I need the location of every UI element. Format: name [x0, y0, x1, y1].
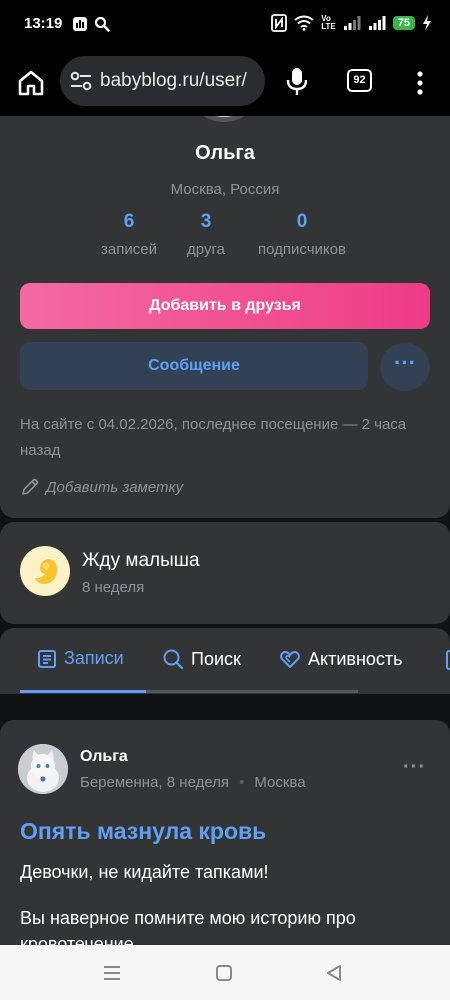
tabs-scroll-thumb [20, 690, 146, 693]
profile-card: Ольга Москва, Россия 6 записей 3 друга 0… [0, 116, 450, 518]
message-button[interactable]: Сообщение [20, 342, 368, 390]
stat-posts-label: записей [101, 241, 157, 258]
tab-posts[interactable]: Записи [37, 648, 124, 669]
recent-apps-icon[interactable] [101, 962, 123, 984]
pencil-icon [22, 478, 39, 495]
stat-friends-value: 3 [200, 211, 212, 232]
volte-indicator: Vo LTE [321, 15, 336, 31]
status-notification-icons [72, 16, 110, 32]
search-icon [163, 649, 184, 670]
tab-posts-label: Записи [64, 648, 124, 668]
site-settings-icon[interactable] [70, 71, 92, 91]
post-meta: Беременна, 8 неделя • Москва [80, 774, 306, 791]
post-author-name[interactable]: Ольга [80, 748, 128, 766]
stat-posts[interactable]: 6 записей [93, 211, 165, 258]
nfc-icon [271, 14, 288, 32]
address-bar[interactable]: babyblog.ru/user/ [60, 56, 265, 106]
last-visit-text: На сайте с 04.02.2026, последнее посещен… [20, 416, 407, 459]
signal-icon-1 [343, 16, 361, 30]
post-paragraph-2: Вы наверное помните мою историю про кров… [20, 908, 356, 945]
pregnancy-title: Жду малыша [82, 550, 200, 571]
tab-activity[interactable]: Активность [279, 648, 403, 670]
volte-bottom: LTE [321, 22, 336, 31]
add-note-label: Добавить заметку [46, 478, 184, 496]
status-system-icons: Vo LTE 75 [271, 14, 432, 32]
stat-subscribers-label: подписчиков [258, 241, 346, 258]
list-icon [38, 649, 56, 668]
profile-more-button[interactable]: ··· [380, 343, 430, 391]
stat-subscribers[interactable]: 0 подписчиков [250, 211, 354, 258]
hearts-icon [280, 651, 300, 668]
home-icon[interactable] [16, 68, 46, 98]
post-author-city: Москва [254, 774, 306, 791]
stat-posts-value: 6 [123, 211, 135, 232]
status-bar: 13:19 Vo LTE 75 [0, 0, 450, 52]
stat-friends[interactable]: 3 друга [180, 211, 232, 258]
add-note-link[interactable]: Добавить заметку [20, 477, 183, 497]
search-status-icon [94, 16, 110, 32]
post-more-button[interactable]: ··· [403, 756, 426, 779]
post-author-status: Беременна, 8 неделя [80, 774, 230, 791]
post-card[interactable]: Ольга Беременна, 8 неделя • Москва ··· Опя… [0, 720, 450, 945]
profile-location: Москва, Россия [170, 181, 280, 198]
system-navigation-bar [0, 945, 450, 1000]
pregnancy-week: 8 неделя [82, 579, 145, 596]
stat-friends-label: друга [187, 241, 225, 258]
stat-subscribers-value: 0 [296, 211, 308, 232]
post-paragraph-1: Девочки, не кидайте тапками! [20, 862, 269, 882]
back-icon[interactable] [323, 962, 345, 984]
tab-search[interactable]: Поиск [162, 648, 241, 670]
microphone-icon[interactable] [283, 66, 311, 96]
home-nav-icon[interactable] [213, 962, 235, 984]
post-title[interactable]: Опять мазнула кровь [20, 818, 266, 845]
battery-level: 75 [392, 16, 415, 30]
tab-switcher-button[interactable]: 92 [347, 69, 372, 92]
tab-search-label: Поиск [191, 648, 241, 669]
profile-avatar [0, 116, 450, 126]
charging-icon [423, 15, 431, 31]
add-friend-button[interactable]: Добавить в друзья [20, 283, 430, 329]
profile-name: Ольга [195, 142, 255, 164]
meta-separator-dot: • [239, 774, 245, 791]
url-text[interactable]: babyblog.ru/user/ [100, 70, 247, 92]
status-time: 13:19 [24, 15, 63, 32]
gallery-app-icon [73, 17, 87, 31]
tab-activity-label: Активность [308, 648, 403, 669]
profile-tabs: Записи Поиск Активность [0, 628, 450, 694]
wifi-icon [294, 15, 314, 31]
browser-toolbar: babyblog.ru/user/ 92 [0, 52, 450, 116]
post-author-avatar[interactable] [18, 744, 68, 794]
baby-embryo-icon [20, 546, 70, 596]
pregnancy-status-card[interactable]: Жду малыша 8 неделя [0, 522, 450, 624]
tab-next-peek [446, 650, 450, 670]
kebab-menu-icon[interactable] [411, 68, 429, 98]
signal-icon-2 [368, 16, 386, 30]
